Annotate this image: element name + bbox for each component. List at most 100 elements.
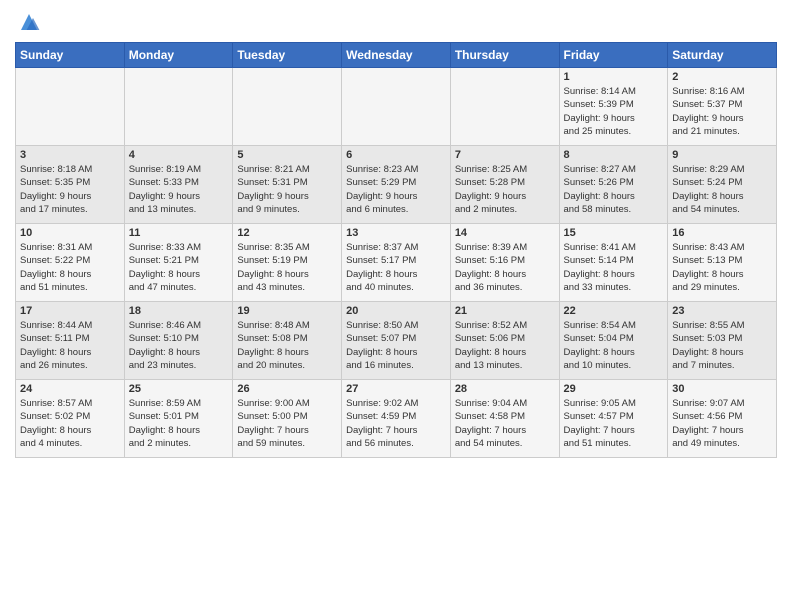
day-info: Sunrise: 8:25 AM Sunset: 5:28 PM Dayligh…	[455, 163, 555, 216]
day-number: 9	[672, 149, 772, 161]
calendar-cell: 2 Sunrise: 8:16 AM Sunset: 5:37 PM Daylig…	[668, 68, 777, 146]
day-number: 29	[564, 383, 664, 395]
calendar-cell: 27 Sunrise: 9:02 AM Sunset: 4:59 PM Dayli…	[342, 380, 451, 458]
day-number: 14	[455, 227, 555, 239]
day-number: 3	[20, 149, 120, 161]
day-info: Sunrise: 8:55 AM Sunset: 5:03 PM Dayligh…	[672, 319, 772, 372]
weekday-header: Tuesday	[233, 43, 342, 68]
calendar-cell: 29 Sunrise: 9:05 AM Sunset: 4:57 PM Dayli…	[559, 380, 668, 458]
weekday-header: Sunday	[16, 43, 125, 68]
calendar-cell: 30 Sunrise: 9:07 AM Sunset: 4:56 PM Dayli…	[668, 380, 777, 458]
day-info: Sunrise: 8:35 AM Sunset: 5:19 PM Dayligh…	[237, 241, 337, 294]
day-number: 2	[672, 71, 772, 83]
day-number: 4	[129, 149, 229, 161]
weekday-header: Wednesday	[342, 43, 451, 68]
day-info: Sunrise: 8:23 AM Sunset: 5:29 PM Dayligh…	[346, 163, 446, 216]
day-info: Sunrise: 8:50 AM Sunset: 5:07 PM Dayligh…	[346, 319, 446, 372]
day-number: 18	[129, 305, 229, 317]
calendar-cell: 12Sunrise: 8:35 AM Sunset: 5:19 PM Dayli…	[233, 224, 342, 302]
day-info: Sunrise: 8:43 AM Sunset: 5:13 PM Dayligh…	[672, 241, 772, 294]
calendar-cell: 1 Sunrise: 8:14 AM Sunset: 5:39 PM Daylig…	[559, 68, 668, 146]
day-info: Sunrise: 8:19 AM Sunset: 5:33 PM Dayligh…	[129, 163, 229, 216]
day-info: Sunrise: 8:46 AM Sunset: 5:10 PM Dayligh…	[129, 319, 229, 372]
day-info: Sunrise: 9:05 AM Sunset: 4:57 PM Dayligh…	[564, 397, 664, 450]
day-info: Sunrise: 9:02 AM Sunset: 4:59 PM Dayligh…	[346, 397, 446, 450]
day-number: 19	[237, 305, 337, 317]
day-info: Sunrise: 9:00 AM Sunset: 5:00 PM Dayligh…	[237, 397, 337, 450]
calendar-cell: 8Sunrise: 8:27 AM Sunset: 5:26 PM Daylig…	[559, 146, 668, 224]
calendar-cell: 10 Sunrise: 8:31 AM Sunset: 5:22 PM Dayli…	[16, 224, 125, 302]
day-info: Sunrise: 8:44 AM Sunset: 5:11 PM Dayligh…	[20, 319, 120, 372]
day-number: 25	[129, 383, 229, 395]
calendar-table: SundayMondayTuesdayWednesdayThursdayFrid…	[15, 42, 777, 458]
weekday-header: Saturday	[668, 43, 777, 68]
day-number: 13	[346, 227, 446, 239]
calendar-cell: 5Sunrise: 8:21 AM Sunset: 5:31 PM Daylig…	[233, 146, 342, 224]
day-number: 15	[564, 227, 664, 239]
day-info: Sunrise: 8:54 AM Sunset: 5:04 PM Dayligh…	[564, 319, 664, 372]
day-number: 22	[564, 305, 664, 317]
day-number: 6	[346, 149, 446, 161]
day-number: 24	[20, 383, 120, 395]
calendar-cell	[342, 68, 451, 146]
day-info: Sunrise: 8:18 AM Sunset: 5:35 PM Dayligh…	[20, 163, 120, 216]
calendar-week-row: 24 Sunrise: 8:57 AM Sunset: 5:02 PM Dayli…	[16, 380, 777, 458]
day-number: 20	[346, 305, 446, 317]
calendar-cell: 9Sunrise: 8:29 AM Sunset: 5:24 PM Daylig…	[668, 146, 777, 224]
calendar-week-row: 1 Sunrise: 8:14 AM Sunset: 5:39 PM Daylig…	[16, 68, 777, 146]
calendar-cell: 13 Sunrise: 8:37 AM Sunset: 5:17 PM Dayli…	[342, 224, 451, 302]
calendar-cell: 15 Sunrise: 8:41 AM Sunset: 5:14 PM Dayli…	[559, 224, 668, 302]
calendar-cell: 28 Sunrise: 9:04 AM Sunset: 4:58 PM Dayli…	[450, 380, 559, 458]
calendar-week-row: 10 Sunrise: 8:31 AM Sunset: 5:22 PM Dayli…	[16, 224, 777, 302]
day-info: Sunrise: 8:27 AM Sunset: 5:26 PM Dayligh…	[564, 163, 664, 216]
day-info: Sunrise: 8:14 AM Sunset: 5:39 PM Dayligh…	[564, 85, 664, 138]
day-info: Sunrise: 8:57 AM Sunset: 5:02 PM Dayligh…	[20, 397, 120, 450]
day-info: Sunrise: 8:37 AM Sunset: 5:17 PM Dayligh…	[346, 241, 446, 294]
calendar-cell: 6 Sunrise: 8:23 AM Sunset: 5:29 PM Daylig…	[342, 146, 451, 224]
page-container: SundayMondayTuesdayWednesdayThursdayFrid…	[0, 0, 792, 463]
day-info: Sunrise: 9:07 AM Sunset: 4:56 PM Dayligh…	[672, 397, 772, 450]
day-number: 26	[237, 383, 337, 395]
calendar-cell: 3 Sunrise: 8:18 AM Sunset: 5:35 PM Daylig…	[16, 146, 125, 224]
day-number: 30	[672, 383, 772, 395]
calendar-cell: 24 Sunrise: 8:57 AM Sunset: 5:02 PM Dayli…	[16, 380, 125, 458]
day-info: Sunrise: 8:21 AM Sunset: 5:31 PM Dayligh…	[237, 163, 337, 216]
calendar-cell	[124, 68, 233, 146]
logo-icon	[17, 10, 41, 34]
day-info: Sunrise: 8:52 AM Sunset: 5:06 PM Dayligh…	[455, 319, 555, 372]
calendar-cell: 16Sunrise: 8:43 AM Sunset: 5:13 PM Dayli…	[668, 224, 777, 302]
day-info: Sunrise: 8:41 AM Sunset: 5:14 PM Dayligh…	[564, 241, 664, 294]
day-number: 23	[672, 305, 772, 317]
header-row: SundayMondayTuesdayWednesdayThursdayFrid…	[16, 43, 777, 68]
calendar-cell: 21 Sunrise: 8:52 AM Sunset: 5:06 PM Dayli…	[450, 302, 559, 380]
calendar-cell: 14 Sunrise: 8:39 AM Sunset: 5:16 PM Dayli…	[450, 224, 559, 302]
calendar-cell	[450, 68, 559, 146]
day-info: Sunrise: 8:16 AM Sunset: 5:37 PM Dayligh…	[672, 85, 772, 138]
day-number: 17	[20, 305, 120, 317]
day-number: 27	[346, 383, 446, 395]
day-info: Sunrise: 8:59 AM Sunset: 5:01 PM Dayligh…	[129, 397, 229, 450]
day-info: Sunrise: 8:48 AM Sunset: 5:08 PM Dayligh…	[237, 319, 337, 372]
calendar-cell: 20 Sunrise: 8:50 AM Sunset: 5:07 PM Dayli…	[342, 302, 451, 380]
day-number: 10	[20, 227, 120, 239]
calendar-cell: 18 Sunrise: 8:46 AM Sunset: 5:10 PM Dayli…	[124, 302, 233, 380]
calendar-cell: 23 Sunrise: 8:55 AM Sunset: 5:03 PM Dayli…	[668, 302, 777, 380]
calendar-cell	[233, 68, 342, 146]
calendar-cell	[16, 68, 125, 146]
day-number: 28	[455, 383, 555, 395]
header	[15, 10, 777, 34]
weekday-header: Thursday	[450, 43, 559, 68]
calendar-cell: 26 Sunrise: 9:00 AM Sunset: 5:00 PM Dayli…	[233, 380, 342, 458]
day-number: 21	[455, 305, 555, 317]
weekday-header: Friday	[559, 43, 668, 68]
logo	[15, 10, 41, 34]
calendar-week-row: 3 Sunrise: 8:18 AM Sunset: 5:35 PM Daylig…	[16, 146, 777, 224]
day-info: Sunrise: 8:39 AM Sunset: 5:16 PM Dayligh…	[455, 241, 555, 294]
day-info: Sunrise: 9:04 AM Sunset: 4:58 PM Dayligh…	[455, 397, 555, 450]
calendar-week-row: 17 Sunrise: 8:44 AM Sunset: 5:11 PM Dayli…	[16, 302, 777, 380]
day-info: Sunrise: 8:33 AM Sunset: 5:21 PM Dayligh…	[129, 241, 229, 294]
day-info: Sunrise: 8:31 AM Sunset: 5:22 PM Dayligh…	[20, 241, 120, 294]
weekday-header: Monday	[124, 43, 233, 68]
day-number: 7	[455, 149, 555, 161]
day-number: 1	[564, 71, 664, 83]
